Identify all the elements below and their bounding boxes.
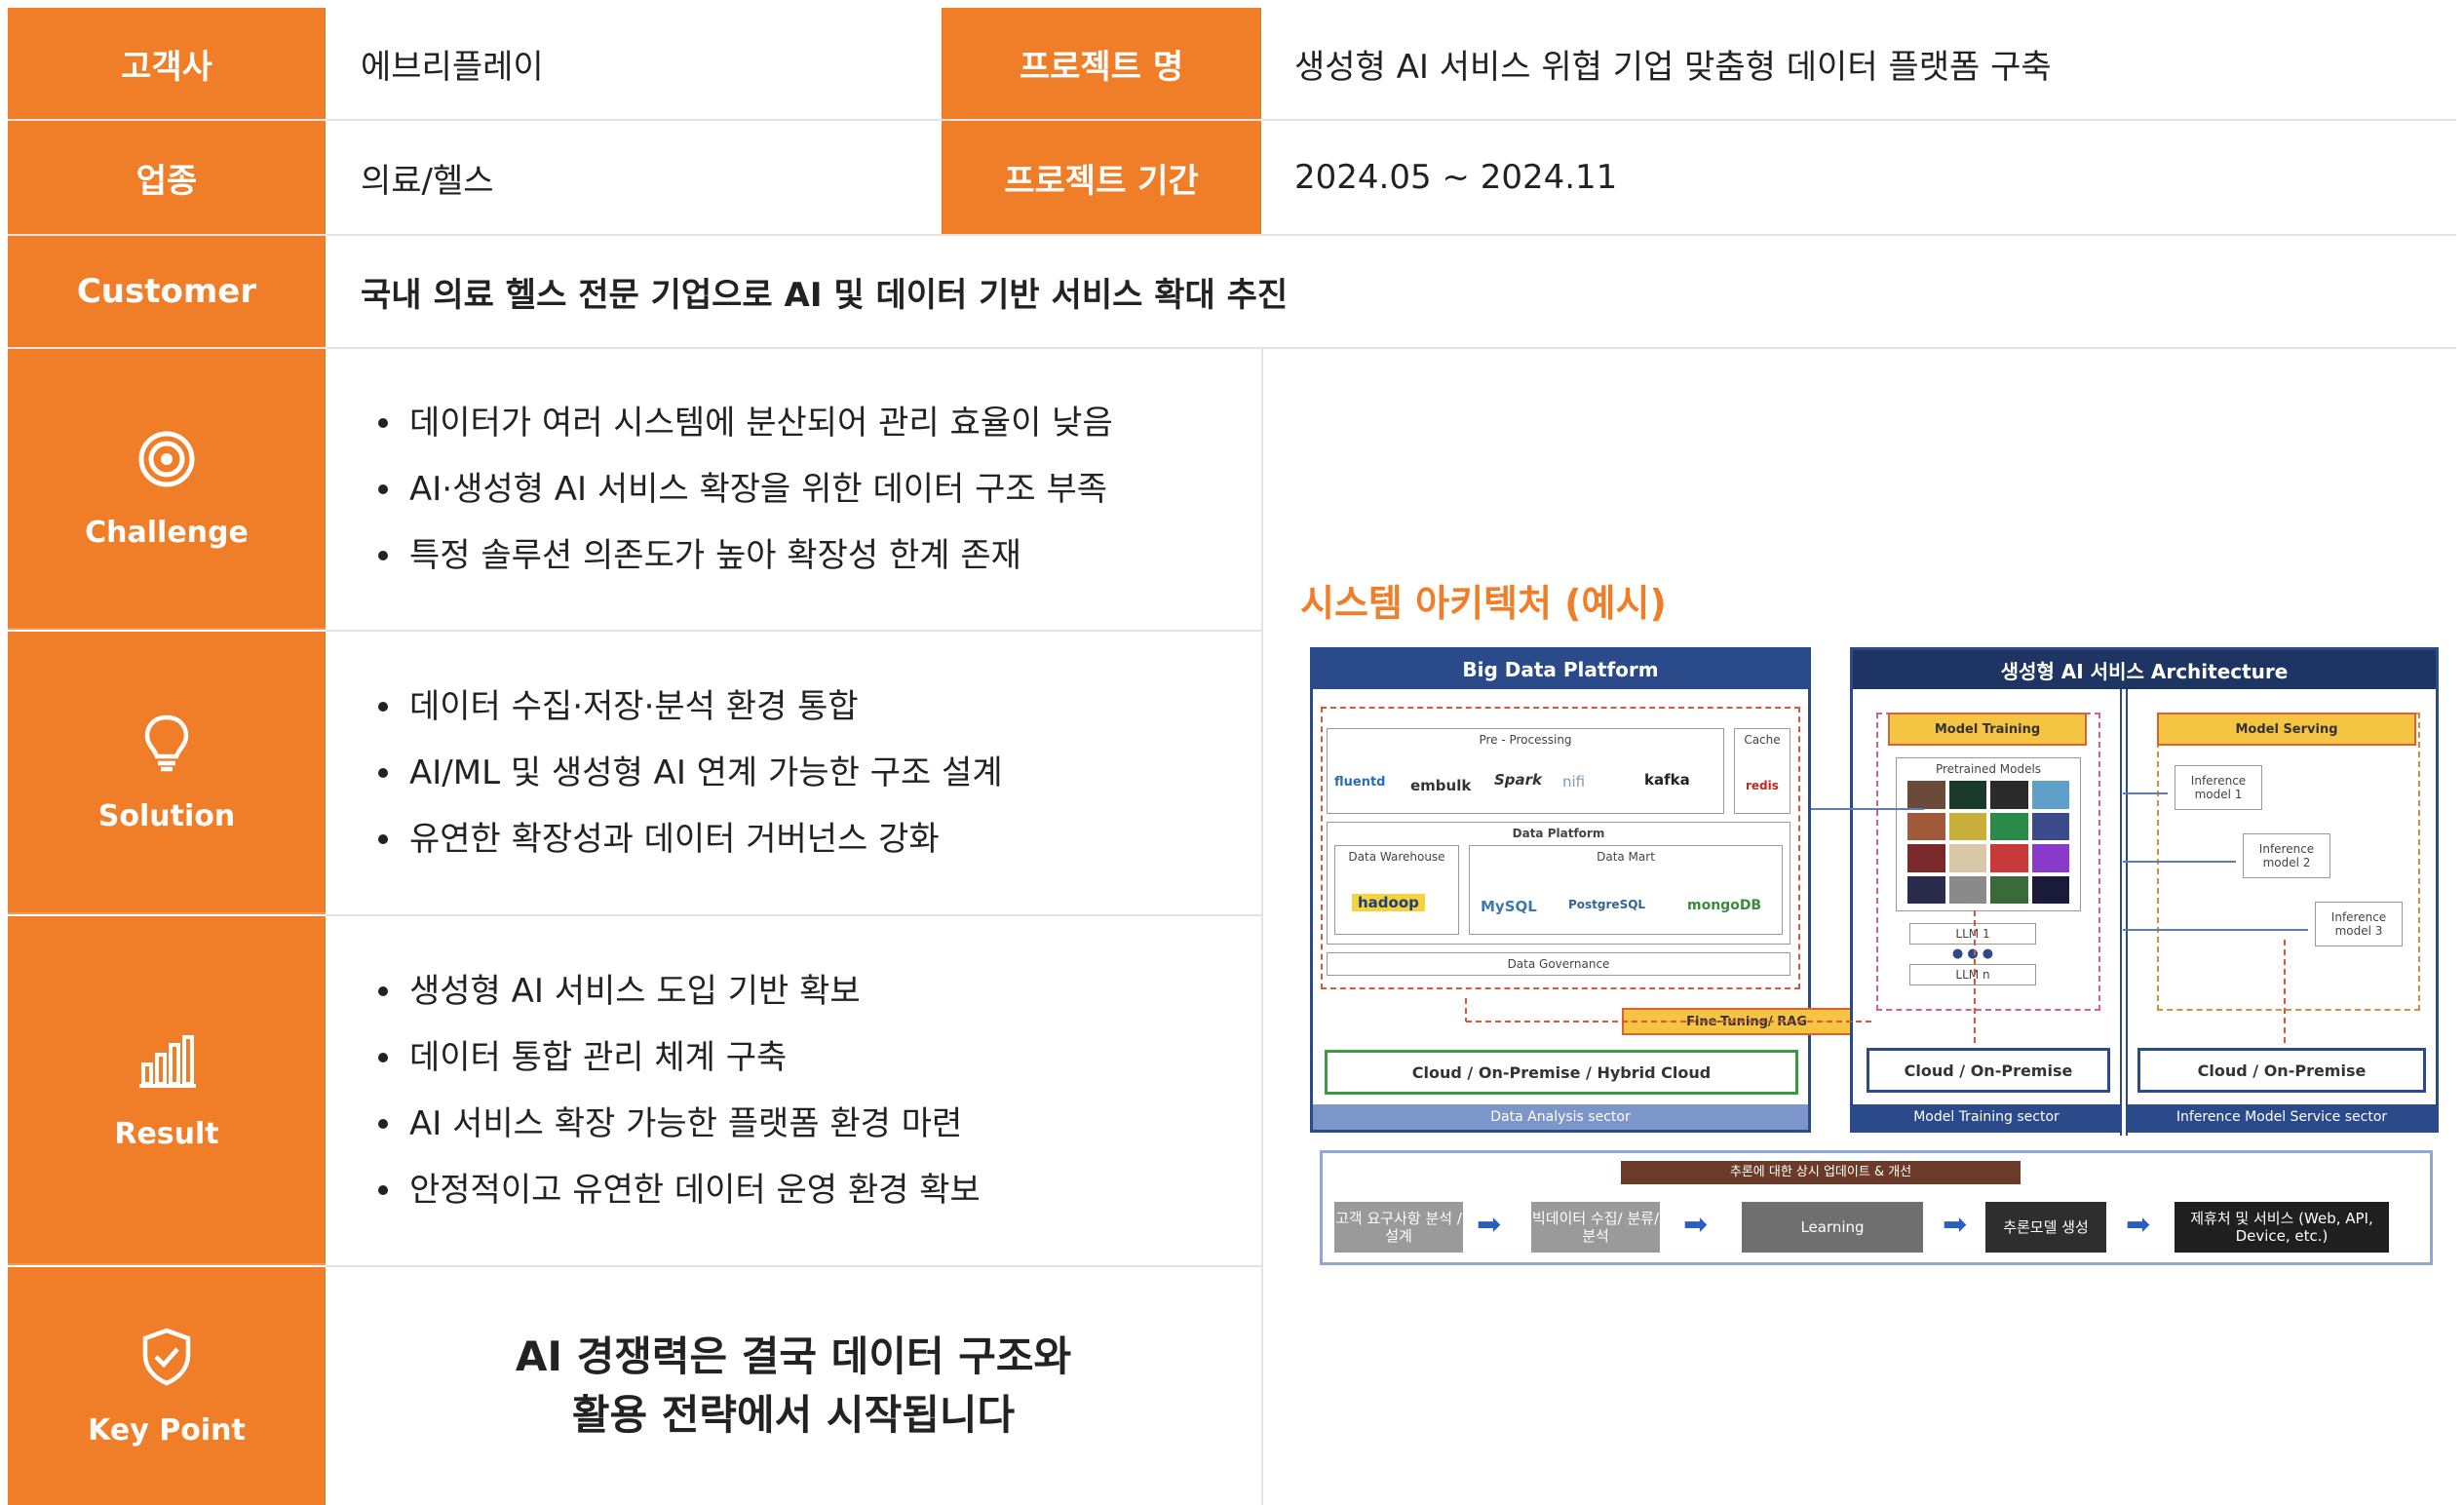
customer-label: Customer <box>8 236 326 347</box>
project-label: 프로젝트 명 <box>942 8 1261 119</box>
challenge-label: Challenge <box>85 515 249 550</box>
project-value: 생성형 AI 서비스 위협 기업 맞춤형 데이터 플랫폼 구축 <box>1294 47 2052 87</box>
keypoint-label-cell: Key Point <box>8 1267 326 1505</box>
column-divider <box>1261 349 1263 1505</box>
list-item: 데이터가 여러 시스템에 분산되어 관리 효율이 낮음 <box>378 390 1261 456</box>
arrow-right-icon: ➡ <box>1477 1208 1502 1242</box>
solution-panel: 데이터 수집·저장·분석 환경 통합 AI/ML 및 생성형 AI 연계 가능한… <box>326 632 1261 916</box>
arrow-right-icon: ➡ <box>1683 1208 1709 1242</box>
architecture-arrows <box>1465 792 2308 1043</box>
period-label: 프로젝트 기간 <box>942 121 1261 234</box>
list-item: AI 서비스 확장 가능한 플랫폼 환경 마련 <box>378 1091 1261 1157</box>
result-label-cell: Result <box>8 916 326 1265</box>
solution-label-cell: Solution <box>8 632 326 914</box>
flow-step-5: 제휴처 및 서비스 (Web, API, Device, etc.) <box>2175 1202 2389 1253</box>
architecture-title: 시스템 아키텍처 (예시) <box>1300 582 1667 625</box>
industry-value: 의료/헬스 <box>361 161 494 201</box>
lightbulb-icon <box>135 712 198 774</box>
flow-step-1: 고객 요구사항 분석 / 설계 <box>1334 1202 1463 1253</box>
bar-chart-icon <box>135 1029 198 1092</box>
flow-step-2-label: 빅데이터 수집/ 분류/분석 <box>1531 1210 1660 1245</box>
keypoint-message: AI 경쟁력은 결국 데이터 구조와 활용 전략에서 시작됩니다 <box>326 1267 1261 1505</box>
list-item: AI/ML 및 생성형 AI 연계 가능한 구조 설계 <box>378 740 1261 806</box>
result-panel: 생성형 AI 서비스 도입 기반 확보 데이터 통합 관리 체계 구축 AI 서… <box>326 916 1261 1267</box>
list-item: AI·생성형 AI 서비스 확장을 위한 데이터 구조 부족 <box>378 456 1261 522</box>
feedback-label: 추론에 대한 상시 업데이트 & 개선 <box>1729 1165 1912 1179</box>
row-industry: 업종 의료/헬스 프로젝트 기간 2024.05 ~ 2024.11 <box>8 121 2456 236</box>
list-item: 데이터 통합 관리 체계 구축 <box>378 1024 1261 1091</box>
keypoint-label: Key Point <box>88 1412 246 1447</box>
target-icon <box>135 428 198 490</box>
flow-step-3: Learning <box>1742 1202 1923 1253</box>
list-item: 안정적이고 유연한 데이터 운영 환경 확보 <box>378 1157 1261 1223</box>
list-item: 생성형 AI 서비스 도입 기반 확보 <box>378 958 1261 1024</box>
process-flow-box: 추론에 대한 상시 업데이트 & 개선 고객 요구사항 분석 / 설계 ➡ 빅데… <box>1320 1150 2433 1265</box>
shield-check-icon <box>135 1326 198 1388</box>
result-label: Result <box>114 1116 219 1151</box>
flow-step-3-label: Learning <box>1800 1218 1865 1236</box>
list-item: 데이터 수집·저장·분석 환경 통합 <box>378 674 1261 740</box>
list-item: 유연한 확장성과 데이터 거버넌스 강화 <box>378 806 1261 872</box>
customer-value: 국내 의료 헬스 전문 기업으로 AI 및 데이터 기반 서비스 확대 추진 <box>361 275 1289 315</box>
industry-label: 업종 <box>8 121 326 234</box>
keypoint-line-1: AI 경쟁력은 결국 데이터 구조와 <box>515 1332 1072 1380</box>
client-value: 에브리플레이 <box>361 47 544 87</box>
flow-step-5-label: 제휴처 및 서비스 (Web, API, Device, etc.) <box>2190 1210 2373 1245</box>
challenge-label-cell: Challenge <box>8 349 326 630</box>
client-label: 고객사 <box>8 8 326 119</box>
arrow-right-icon: ➡ <box>1943 1208 1968 1242</box>
flow-step-4: 추론모델 생성 <box>1985 1202 2106 1253</box>
flow-step-1-label: 고객 요구사항 분석 / 설계 <box>1335 1210 1462 1245</box>
flow-step-4-label: 추론모델 생성 <box>2003 1218 2089 1236</box>
flow-step-2: 빅데이터 수집/ 분류/분석 <box>1531 1202 1660 1253</box>
period-value: 2024.05 ~ 2024.11 <box>1294 158 1618 197</box>
solution-label: Solution <box>97 798 236 833</box>
challenge-panel: 데이터가 여러 시스템에 분산되어 관리 효율이 낮음 AI·생성형 AI 서비… <box>326 349 1261 632</box>
row-client: 고객사 에브리플레이 프로젝트 명 생성형 AI 서비스 위협 기업 맞춤형 데… <box>8 8 2456 121</box>
feedback-banner: 추론에 대한 상시 업데이트 & 개선 <box>1621 1161 2021 1184</box>
keypoint-line-2: 활용 전략에서 시작됩니다 <box>571 1391 1016 1439</box>
list-item: 특정 솔루션 의존도가 높아 확장성 한계 존재 <box>378 522 1261 589</box>
arrow-right-icon: ➡ <box>2126 1208 2151 1242</box>
row-customer: Customer 국내 의료 헬스 전문 기업으로 AI 및 데이터 기반 서비… <box>8 236 2456 349</box>
